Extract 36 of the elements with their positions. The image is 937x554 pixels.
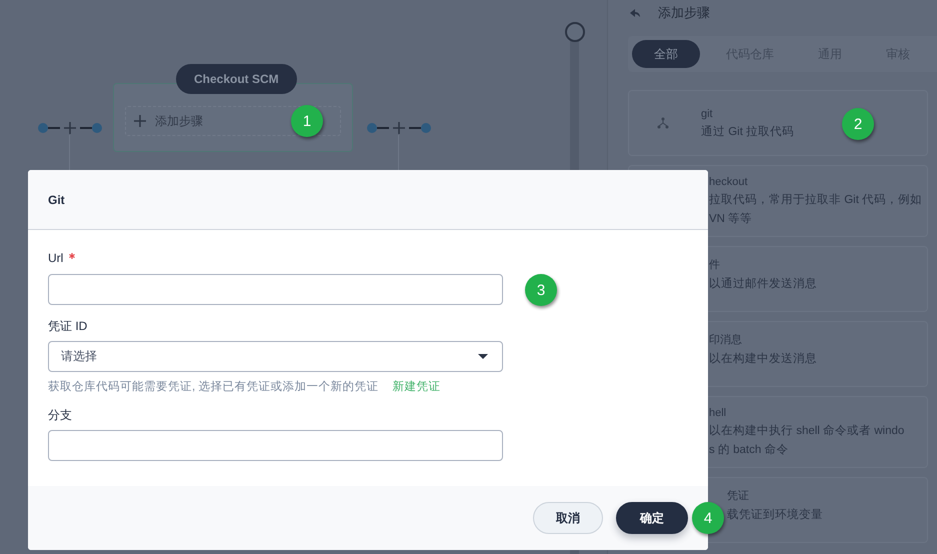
step-name: 凭证 (727, 489, 750, 503)
step-description: 拉取代码，常用于拉取非 Git 代码，例如 (709, 192, 922, 207)
panel-title: 添加步骤 (658, 4, 710, 22)
input-field[interactable] (48, 430, 503, 461)
category-tab[interactable]: 全部 (632, 40, 700, 68)
stage-title: Checkout SCM (176, 64, 297, 94)
required-icon (69, 253, 76, 259)
step-description: 通过 Git 拉取代码 (701, 124, 794, 138)
new-credential-link[interactable]: 新建凭证 (392, 379, 440, 394)
step-description: s 的 batch 命令 (709, 442, 790, 457)
input-field[interactable] (48, 274, 503, 305)
dialog-title: Git (48, 192, 65, 206)
connector-icon[interactable] (367, 122, 431, 134)
step-name: hell (709, 407, 728, 419)
plus-icon (134, 115, 146, 127)
select-field[interactable]: 请选择 (48, 341, 503, 372)
help-text: 获取仓库代码可能需要凭证, 选择已有凭证或添加一个新的凭证 (48, 379, 378, 394)
back-icon[interactable] (630, 9, 640, 17)
cancel-button[interactable]: 取消 (533, 502, 603, 534)
branch-icon (657, 117, 669, 129)
ring-icon (565, 22, 585, 42)
connector-icon[interactable] (38, 122, 102, 134)
step-description: 以在构建中执行 shell 命令或者 windo (709, 424, 904, 438)
field-label: 凭证 ID (48, 318, 88, 335)
step-name: git (701, 108, 714, 120)
field-label: Url (48, 251, 64, 265)
step-name: heckout (709, 176, 749, 188)
step-description: VN 等等 (709, 212, 754, 226)
field-label: 分支 (48, 407, 72, 424)
confirm-button[interactable]: 确定 (616, 502, 688, 534)
step-description: 以通过邮件发送消息 (709, 276, 817, 291)
caret-icon (478, 354, 488, 359)
step-name: 件 (709, 258, 721, 272)
step-description: 以在构建中发送消息 (709, 352, 817, 366)
step-name: 印消息 (709, 333, 743, 347)
step-description: 载凭证到环境变量 (727, 507, 823, 522)
